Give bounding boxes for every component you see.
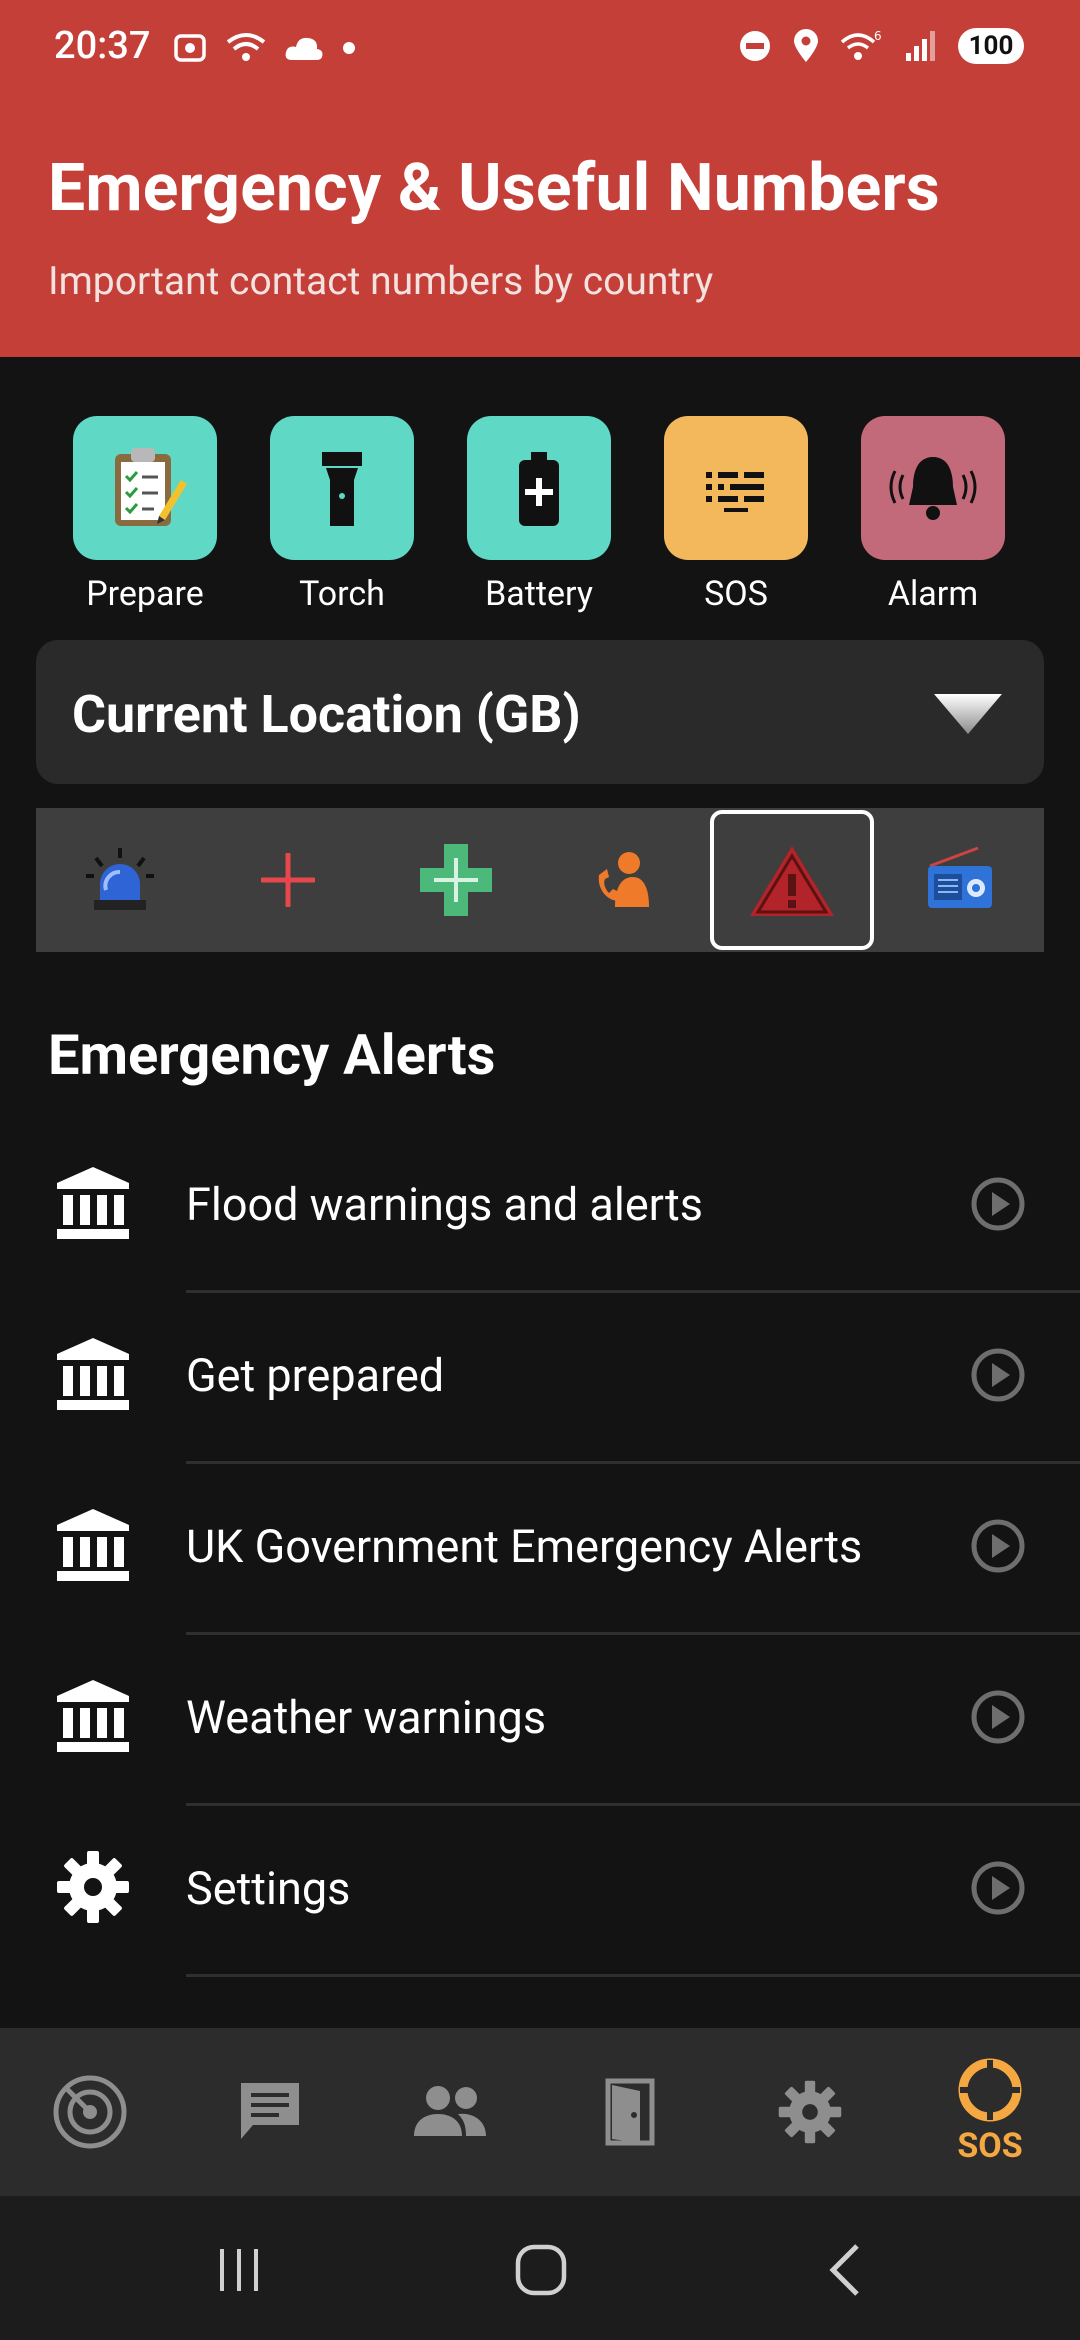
status-right-icons: 6 100 — [738, 28, 1024, 64]
dropdown-arrow-icon[interactable] — [928, 690, 1008, 740]
bottom-navigation: SOS — [0, 2028, 1080, 2196]
morse-code-icon[interactable] — [664, 416, 808, 560]
back-button[interactable] — [800, 2230, 890, 2310]
category-police[interactable] — [36, 808, 204, 952]
home-button[interactable] — [496, 2230, 586, 2310]
tool-label: Alarm — [887, 574, 979, 614]
list-item-label: Flood warnings and alerts — [186, 1178, 703, 1231]
phone-person-icon — [598, 852, 649, 907]
play-arrow-icon[interactable] — [970, 1347, 1026, 1403]
cloud-icon — [285, 37, 323, 60]
people-icon — [414, 2086, 486, 2136]
alerts-list: Flood warnings and alerts Get prepared U… — [0, 1122, 1080, 1977]
wifi-icon — [226, 33, 266, 61]
government-building-icon — [52, 1675, 134, 1757]
status-time: 20:37 — [54, 24, 151, 68]
play-arrow-icon[interactable] — [970, 1518, 1026, 1574]
list-item-weather-warnings[interactable]: Weather warnings — [0, 1635, 1080, 1806]
chat-icon — [241, 2083, 299, 2139]
red-cross-icon — [261, 853, 315, 907]
nav-settings[interactable] — [720, 2028, 900, 2196]
government-building-icon — [52, 1504, 134, 1586]
tool-torch[interactable]: Torch — [257, 416, 427, 614]
svg-text:6: 6 — [874, 29, 882, 43]
battery-icon[interactable] — [467, 416, 611, 560]
play-arrow-icon[interactable] — [970, 1176, 1026, 1232]
selected-frame — [710, 810, 874, 950]
battery-indicator: 100 — [958, 28, 1024, 64]
radio-icon — [928, 846, 992, 908]
play-arrow-icon[interactable] — [970, 1860, 1026, 1916]
notification-dot-icon — [343, 42, 355, 54]
status-left-icons — [172, 30, 356, 66]
play-arrow-icon[interactable] — [970, 1689, 1026, 1745]
page-title: Emergency & Useful Numbers — [48, 150, 940, 227]
wifi-6-icon: 6 — [840, 29, 882, 60]
signal-icon — [906, 31, 935, 61]
recents-icon — [220, 2249, 258, 2291]
tool-label: Prepare — [86, 574, 204, 614]
list-item-label: Get prepared — [186, 1349, 445, 1402]
list-item-settings[interactable]: Settings — [0, 1806, 1080, 1977]
tool-label: SOS — [704, 574, 768, 614]
green-cross-icon — [420, 844, 492, 916]
page-subtitle: Important contact numbers by country — [48, 258, 714, 304]
tool-label: Battery — [485, 574, 593, 614]
door-icon — [605, 2078, 655, 2146]
location-selector[interactable]: Current Location (GB) — [36, 640, 1044, 784]
category-strip — [36, 808, 1044, 952]
status-bar: 20:37 6 100 — [0, 0, 1080, 100]
nav-exit[interactable] — [540, 2028, 720, 2196]
home-icon — [515, 2244, 567, 2296]
list-item-label: Settings — [186, 1862, 351, 1915]
list-item-flood-warnings[interactable]: Flood warnings and alerts — [0, 1122, 1080, 1293]
list-item-label: UK Government Emergency Alerts — [186, 1520, 863, 1573]
radar-icon — [53, 2075, 127, 2149]
quick-tools: Prepare Torch Battery SOS Alarm — [0, 416, 1080, 616]
category-medical[interactable] — [204, 808, 372, 952]
app-header: 20:37 6 100 Emergency & Useful Numbers I… — [0, 0, 1080, 357]
flashlight-icon[interactable] — [270, 416, 414, 560]
category-alerts[interactable] — [708, 808, 876, 952]
back-arrow-icon — [829, 2244, 859, 2296]
category-radio[interactable] — [876, 808, 1044, 952]
nav-messages[interactable] — [180, 2028, 360, 2196]
government-building-icon — [52, 1162, 134, 1244]
divider — [186, 1974, 1080, 1977]
tool-label: Torch — [299, 574, 385, 614]
nav-radar[interactable] — [0, 2028, 180, 2196]
section-title: Emergency Alerts — [48, 1022, 496, 1088]
nav-contacts[interactable] — [360, 2028, 540, 2196]
location-pin-icon — [794, 29, 818, 62]
location-label: Current Location (GB) — [72, 684, 581, 745]
list-item-uk-gov-alerts[interactable]: UK Government Emergency Alerts — [0, 1464, 1080, 1635]
category-pharmacy[interactable] — [372, 808, 540, 952]
nav-sos[interactable]: SOS — [900, 2028, 1080, 2196]
do-not-disturb-icon — [740, 31, 770, 61]
government-building-icon — [52, 1333, 134, 1415]
gear-icon — [778, 2080, 842, 2144]
tool-battery[interactable]: Battery — [454, 416, 624, 614]
tool-alarm[interactable]: Alarm — [848, 416, 1018, 614]
clipboard-checklist-icon[interactable] — [73, 416, 217, 560]
lifebuoy-icon — [958, 2058, 1022, 2122]
tool-sos[interactable]: SOS — [651, 416, 821, 614]
category-helpline[interactable] — [540, 808, 708, 952]
ringing-bell-icon[interactable] — [861, 416, 1005, 560]
screenshot-icon — [174, 34, 206, 62]
list-item-label: Weather warnings — [186, 1691, 547, 1744]
nav-sos-label: SOS — [957, 2126, 1023, 2166]
recents-button[interactable] — [194, 2230, 284, 2310]
gear-icon — [52, 1846, 134, 1928]
list-item-get-prepared[interactable]: Get prepared — [0, 1293, 1080, 1464]
system-navigation — [0, 2196, 1080, 2340]
siren-icon — [86, 848, 154, 910]
tool-prepare[interactable]: Prepare — [60, 416, 230, 614]
